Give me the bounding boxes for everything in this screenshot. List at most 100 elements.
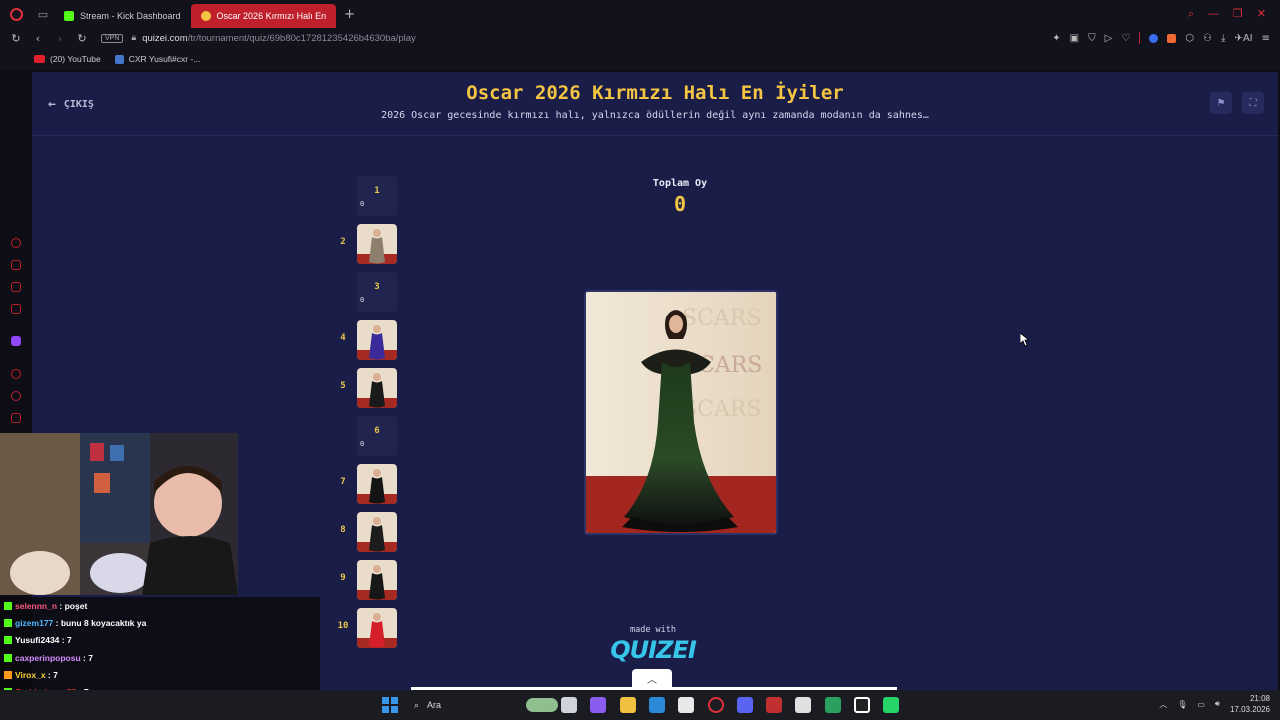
tab-oscar-quiz[interactable]: Oscar 2026 Kırmızı Halı En: [190, 4, 337, 28]
report-flag-button[interactable]: ⚑: [1210, 92, 1232, 114]
quizei-logo[interactable]: QUIZEI: [583, 636, 723, 664]
extension-blue-icon[interactable]: [1149, 33, 1159, 43]
taskbar-search[interactable]: ⌕ Ara: [408, 695, 558, 715]
thumbnail-image: [357, 368, 397, 408]
reload-page-icon[interactable]: ↻: [71, 32, 93, 45]
shield-icon[interactable]: ⛉: [1088, 33, 1096, 44]
chat-icon[interactable]: [11, 282, 21, 292]
profile-icon[interactable]: ⚇: [1203, 33, 1212, 44]
rank-thumbnail[interactable]: [357, 560, 397, 600]
empty-rank-slot[interactable]: 60: [357, 416, 397, 456]
kick-badge-icon: [4, 636, 12, 645]
snapshot-icon[interactable]: ▣: [1070, 33, 1079, 44]
lock-icon[interactable]: 🔒︎: [131, 33, 136, 43]
microphone-icon[interactable]: 🎙︎: [1177, 700, 1187, 709]
empty-rank-slot[interactable]: 30: [357, 272, 397, 312]
edge-icon[interactable]: [648, 697, 665, 713]
whatsapp-icon[interactable]: [883, 697, 900, 713]
back-icon[interactable]: ‹: [27, 32, 49, 45]
chat-message: Yusufi2434 : 7: [4, 635, 72, 645]
voice-meeter-icon[interactable]: [766, 697, 783, 713]
minimize-icon[interactable]: —: [1208, 7, 1219, 21]
menu-icon[interactable]: ≡: [1262, 33, 1270, 44]
total-votes-value: 0: [673, 192, 687, 216]
ranking-slot-9[interactable]: 9: [332, 560, 402, 600]
extensions-icon[interactable]: ⬡: [1185, 33, 1194, 44]
opera-logo-icon[interactable]: [0, 0, 32, 28]
maximize-icon[interactable]: ❐: [1233, 7, 1243, 21]
rank-thumbnail[interactable]: [357, 464, 397, 504]
chat-username[interactable]: Virox_x: [15, 670, 46, 680]
messenger-icon[interactable]: [11, 260, 21, 270]
chat-separator: :: [57, 601, 65, 611]
new-tab-icon[interactable]: +: [344, 7, 355, 22]
slot-vote-count: 0: [360, 296, 365, 304]
close-icon[interactable]: ✕: [1257, 7, 1266, 21]
vpn-badge[interactable]: VPN: [101, 33, 124, 43]
chat-username[interactable]: selennn_n: [15, 601, 57, 611]
scroll-up-button[interactable]: ︿: [632, 669, 672, 687]
opera-icon[interactable]: [707, 697, 724, 713]
copilot-icon[interactable]: [590, 697, 607, 713]
kick-favicon-icon: [64, 11, 74, 21]
extension-fox-icon[interactable]: [1167, 33, 1177, 43]
ranking-slot-3[interactable]: 30: [332, 272, 402, 312]
rank-thumbnail[interactable]: [357, 368, 397, 408]
player-icon[interactable]: [11, 369, 21, 379]
instagram-icon[interactable]: [11, 304, 21, 314]
rank-thumbnail[interactable]: [357, 320, 397, 360]
chat-text: 7: [66, 635, 72, 646]
bookmark-cxr[interactable]: CXR Yusufi#cxr -...: [114, 54, 200, 64]
chat-username[interactable]: Yusufi2434: [15, 635, 59, 645]
ranking-slot-8[interactable]: 8: [332, 512, 402, 552]
rank-thumbnail[interactable]: [357, 224, 397, 264]
history-icon[interactable]: [11, 391, 21, 401]
ranking-slot-4[interactable]: 4: [332, 320, 402, 360]
play-icon[interactable]: ▷: [1105, 33, 1113, 44]
contestant-card[interactable]: SCARS CARS SCARS: [584, 290, 778, 535]
search-label: Ara: [427, 700, 442, 710]
chat-username[interactable]: gizem177: [15, 618, 53, 628]
rank-number: 4: [340, 333, 346, 343]
tray-chevron-up-icon[interactable]: ︿: [1159, 699, 1167, 710]
capcut-icon[interactable]: [854, 697, 870, 713]
download-icon[interactable]: ⤓: [1221, 33, 1225, 44]
empty-rank-slot[interactable]: 10: [357, 176, 397, 216]
bookmark-youtube[interactable]: (20) YouTube: [34, 54, 101, 64]
obs-icon[interactable]: [795, 697, 812, 713]
discord-icon[interactable]: [736, 697, 753, 713]
url-field[interactable]: quizei.com/tr/tournament/quiz/69b80c1728…: [142, 33, 416, 44]
pin-icon[interactable]: ✦: [1052, 33, 1060, 44]
thumbnail-image: [357, 608, 397, 648]
fullscreen-button[interactable]: ⛶: [1242, 92, 1264, 114]
ranking-slot-1[interactable]: 10: [332, 176, 402, 216]
folder-icon[interactable]: [619, 697, 636, 713]
volume-icon[interactable]: 🔊︎: [1215, 699, 1220, 709]
ranking-slot-2[interactable]: 2: [332, 224, 402, 264]
sheets-icon[interactable]: [824, 697, 841, 713]
windows-start-icon[interactable]: [382, 697, 398, 713]
chat-username[interactable]: caxperinpoposu: [15, 653, 81, 663]
heart-icon[interactable]: ♡: [1121, 33, 1130, 44]
search-tabs-icon[interactable]: ⌕: [1188, 7, 1194, 21]
ranking-slot-6[interactable]: 60: [332, 416, 402, 456]
rank-thumbnail[interactable]: [357, 608, 397, 648]
backdrop-text: SCARS: [682, 397, 761, 422]
flag-icon: ⚑: [1216, 97, 1226, 109]
reload-icon[interactable]: ↻: [5, 32, 27, 45]
ranking-slot-7[interactable]: 7: [332, 464, 402, 504]
file-manager-icon[interactable]: [561, 697, 577, 713]
settings-icon[interactable]: [11, 413, 21, 423]
tab-kick-dashboard[interactable]: Stream - Kick Dashboard: [54, 4, 191, 28]
network-icon[interactable]: ▭: [1197, 700, 1205, 709]
forward-icon[interactable]: ›: [49, 32, 71, 45]
store-icon[interactable]: [678, 697, 695, 713]
ranking-slot-5[interactable]: 5: [332, 368, 402, 408]
twitch-icon[interactable]: [11, 336, 21, 346]
rank-thumbnail[interactable]: [357, 512, 397, 552]
aria-ai-button[interactable]: ✈AI: [1234, 33, 1252, 44]
tab-islands-icon[interactable]: ▭: [32, 0, 54, 28]
clock[interactable]: 21:08 17.03.2026: [1230, 693, 1270, 715]
ranking-slot-10[interactable]: 10: [332, 608, 402, 648]
aria-icon[interactable]: [11, 238, 21, 248]
